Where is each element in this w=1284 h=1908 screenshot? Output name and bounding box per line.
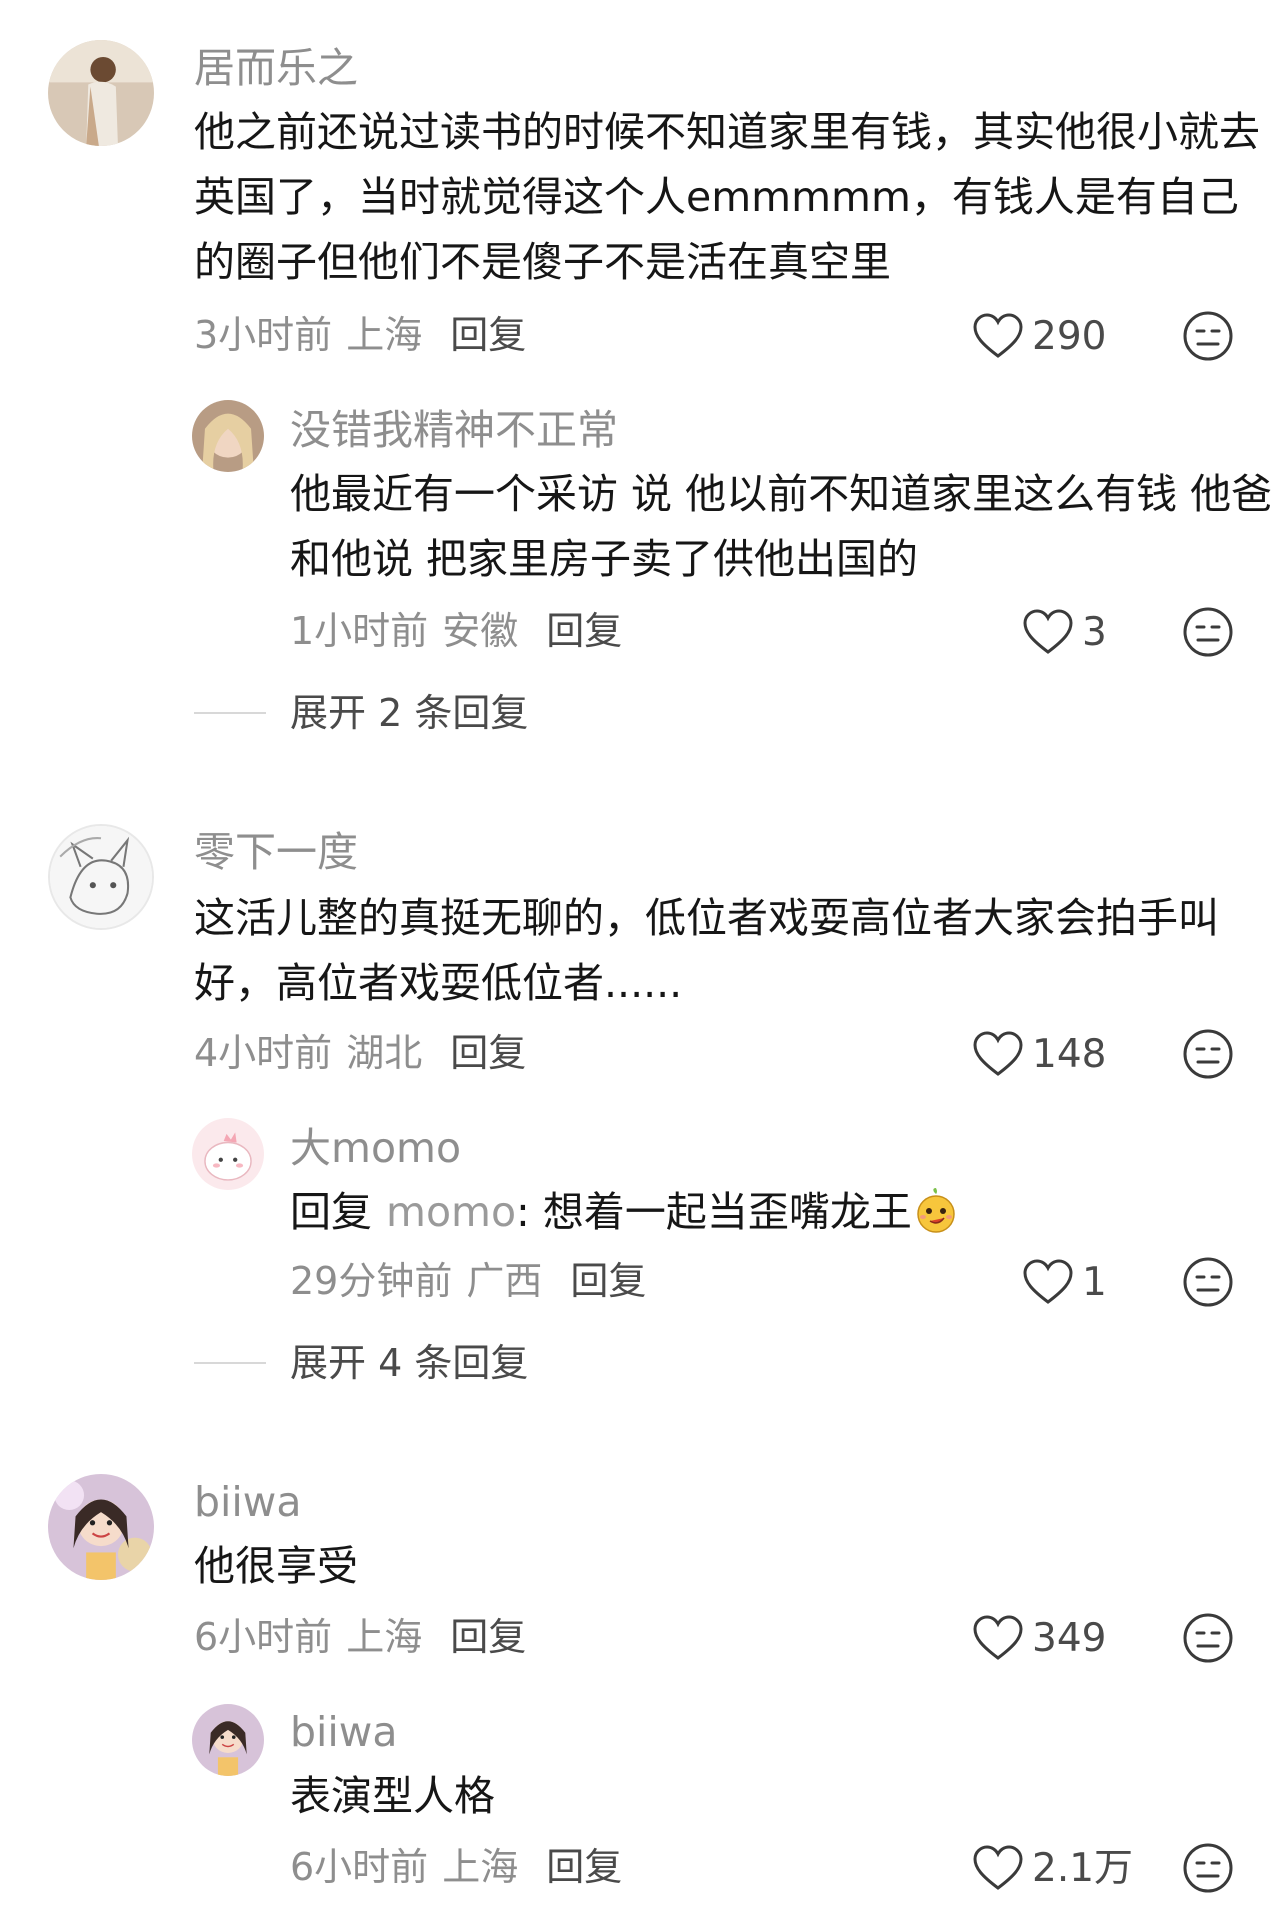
dislike-button[interactable] [1182, 606, 1234, 658]
avatar[interactable] [48, 40, 154, 146]
location: 上海 [346, 313, 423, 357]
timestamp: 4小时前 [194, 1031, 333, 1075]
dislike-button[interactable] [1182, 310, 1234, 362]
avatar[interactable] [192, 400, 264, 472]
username[interactable]: 零下一度 [194, 832, 358, 873]
username[interactable]: 没错我精神不正常 [290, 410, 618, 451]
location: 湖北 [346, 1031, 423, 1075]
location: 上海 [346, 1615, 423, 1659]
comment-text: 他之前还说过读书的时候不知道家里有钱，其实他很小就去英国了，当时就觉得这个人em… [194, 108, 1260, 286]
meh-face-icon [1183, 1029, 1233, 1079]
comment-text: 他很享受 [194, 1542, 358, 1590]
comment-meta: 6小时前 上海 回复 [194, 1618, 526, 1656]
location: 广西 [466, 1259, 543, 1303]
reply-button[interactable]: 回复 [570, 1259, 646, 1303]
dislike-button[interactable] [1182, 1842, 1234, 1894]
avatar[interactable] [48, 1474, 154, 1580]
divider [194, 712, 266, 714]
like-button[interactable]: 2.1万 [972, 1842, 1133, 1894]
meh-face-icon [1183, 1613, 1233, 1663]
timestamp: 3小时前 [194, 313, 333, 357]
heart-outline-icon [1023, 1259, 1073, 1304]
username[interactable]: biiwa [290, 1712, 397, 1753]
meh-face-icon [1183, 1843, 1233, 1893]
heart-outline-icon [973, 1845, 1023, 1890]
comment-text: 这活儿整的真挺无聊的，低位者戏耍高位者大家会拍手叫好，高位者戏耍低位者.....… [194, 894, 1219, 1007]
username[interactable]: biiwa [194, 1482, 301, 1523]
expand-replies-label: 展开 4 条回复 [290, 1341, 529, 1385]
reply-text: 回复 momo: 想着一起当歪嘴龙王 [290, 1180, 1284, 1245]
avatar[interactable] [192, 1704, 264, 1776]
comment-thread: biiwa 他很享受 6小时前 上海 回复 349 biiwa 表演型人格 6小时前… [0, 0, 1284, 1893]
like-button[interactable]: 1 [1022, 1256, 1107, 1308]
reply-button[interactable]: 回复 [546, 1845, 622, 1889]
reply-text: 表演型人格 [290, 1772, 495, 1820]
like-count: 290 [1032, 313, 1107, 359]
location: 安徽 [442, 609, 519, 653]
expand-replies[interactable]: 展开 2 条回复 [194, 694, 528, 732]
username[interactable]: 居而乐之 [194, 48, 358, 89]
dislike-button[interactable] [1182, 1028, 1234, 1080]
location: 上海 [442, 1845, 519, 1889]
like-count: 3 [1082, 609, 1107, 655]
avatar[interactable] [192, 1118, 264, 1190]
timestamp: 6小时前 [194, 1615, 333, 1659]
meh-face-icon [1183, 607, 1233, 657]
reply-meta: 29分钟前 广西 回复 [290, 1262, 646, 1300]
like-count: 349 [1032, 1615, 1107, 1661]
meh-face-icon [1183, 311, 1233, 361]
reply-body: : 想着一起当歪嘴龙王 [516, 1188, 912, 1236]
comment-thread: 居而乐之 他之前还说过读书的时候不知道家里有钱，其实他很小就去英国了，当时就觉得… [0, 0, 1284, 657]
reply-button[interactable]: 回复 [450, 1031, 526, 1075]
like-count: 1 [1082, 1259, 1107, 1305]
heart-outline-icon [973, 1615, 1023, 1660]
reply-text: 他最近有一个采访 说 他以前不知道家里这么有钱 他爸和他说 把家里房子卖了供他出… [290, 470, 1273, 583]
like-count: 148 [1032, 1031, 1107, 1077]
reply-button[interactable]: 回复 [450, 1615, 526, 1659]
heart-outline-icon [973, 313, 1023, 358]
reply-meta: 1小时前 安徽 回复 [290, 612, 622, 650]
expand-replies-label: 展开 2 条回复 [290, 691, 529, 735]
timestamp: 29分钟前 [290, 1259, 453, 1303]
like-button[interactable]: 3 [1022, 606, 1107, 658]
username[interactable]: 大momo [290, 1128, 461, 1169]
comment-meta: 3小时前 上海 回复 [194, 316, 526, 354]
like-button[interactable]: 290 [972, 310, 1106, 362]
timestamp: 6小时前 [290, 1845, 429, 1889]
reply-button[interactable]: 回复 [546, 609, 622, 653]
avatar[interactable] [48, 824, 154, 930]
reply-meta: 6小时前 上海 回复 [290, 1848, 622, 1886]
divider [194, 1362, 266, 1364]
heart-outline-icon [1023, 609, 1073, 654]
dislike-button[interactable] [1182, 1256, 1234, 1308]
heart-outline-icon [973, 1031, 1023, 1076]
like-count: 2.1万 [1032, 1845, 1134, 1891]
reply-button[interactable]: 回复 [450, 313, 526, 357]
like-button[interactable]: 349 [972, 1612, 1106, 1664]
timestamp: 1小时前 [290, 609, 429, 653]
expand-replies[interactable]: 展开 4 条回复 [194, 1344, 528, 1382]
meh-face-icon [1183, 1257, 1233, 1307]
like-button[interactable]: 148 [972, 1028, 1106, 1080]
smirk-emoji-icon [917, 1188, 955, 1233]
reply-prefix: 回复 [290, 1188, 372, 1236]
comment-meta: 4小时前 湖北 回复 [194, 1034, 526, 1072]
reply-target-username[interactable]: momo [386, 1188, 516, 1236]
dislike-button[interactable] [1182, 1612, 1234, 1664]
